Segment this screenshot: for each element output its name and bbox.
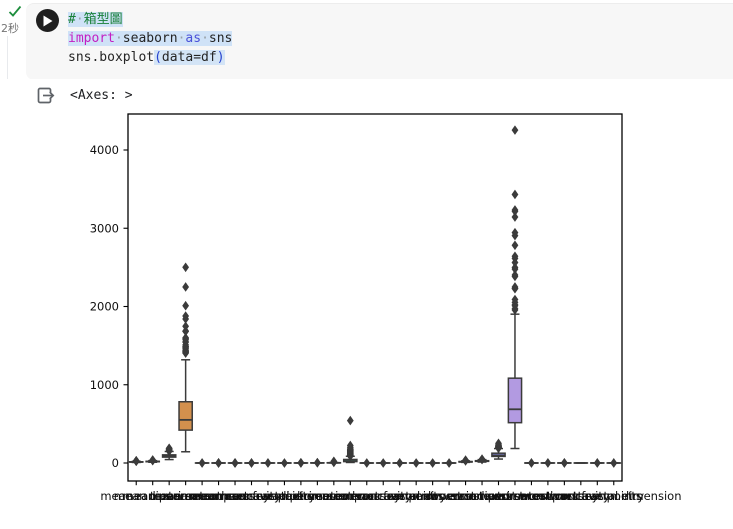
boxplot-figure: 01000200030004000mean radiusmean texture… [60,108,733,529]
play-icon [43,15,53,26]
y-tick-label: 1000 [90,378,119,392]
code-token: ( [154,50,162,65]
y-tick-label: 0 [112,456,119,470]
y-tick-label: 2000 [90,300,119,314]
code-token: · [201,31,209,46]
code-editor[interactable]: #·箱型圖 import·seaborn·as·sns sns.boxplot(da… [68,10,725,67]
exec-time-label: 2秒 [1,22,19,35]
code-line: import·seaborn·as·sns [68,29,725,48]
code-token: 箱型圖 [83,12,123,27]
cell-output-icon [37,87,55,104]
code-token: seaborn [122,31,178,46]
cell-exec-status: 2秒 [0,4,26,36]
axes-repr-text: <Axes: > [70,88,133,103]
output-area: <Axes: > 0 1000 2000 3000 4000 mean radius mea… [0,79,733,529]
code-token: ) [216,50,225,65]
success-check-icon [8,5,22,17]
code-cell[interactable]: #·箱型圖 import·seaborn·as·sns sns.boxplot(da… [26,3,733,80]
code-line: #·箱型圖 [68,10,725,29]
y-tick-label: 4000 [90,143,119,157]
code-token: · [114,31,123,46]
code-token: · [75,12,84,27]
run-cell-button[interactable] [36,9,59,32]
x-tick-label: worst fractal dimension [546,489,681,503]
code-token: # [68,12,76,27]
colab-notebook: 2秒 #·箱型圖 import·seaborn·as·sns sns.boxplot… [0,0,733,529]
code-line: sns.boxplot(data=df) [68,48,725,67]
output-header: <Axes: > [37,87,133,104]
code-token: as [185,31,202,46]
code-token: sns [208,31,233,46]
code-token: data=df [161,50,217,65]
code-token: sns.boxplot [68,50,155,65]
y-tick-label: 3000 [90,221,119,235]
code-token: import [68,31,115,46]
